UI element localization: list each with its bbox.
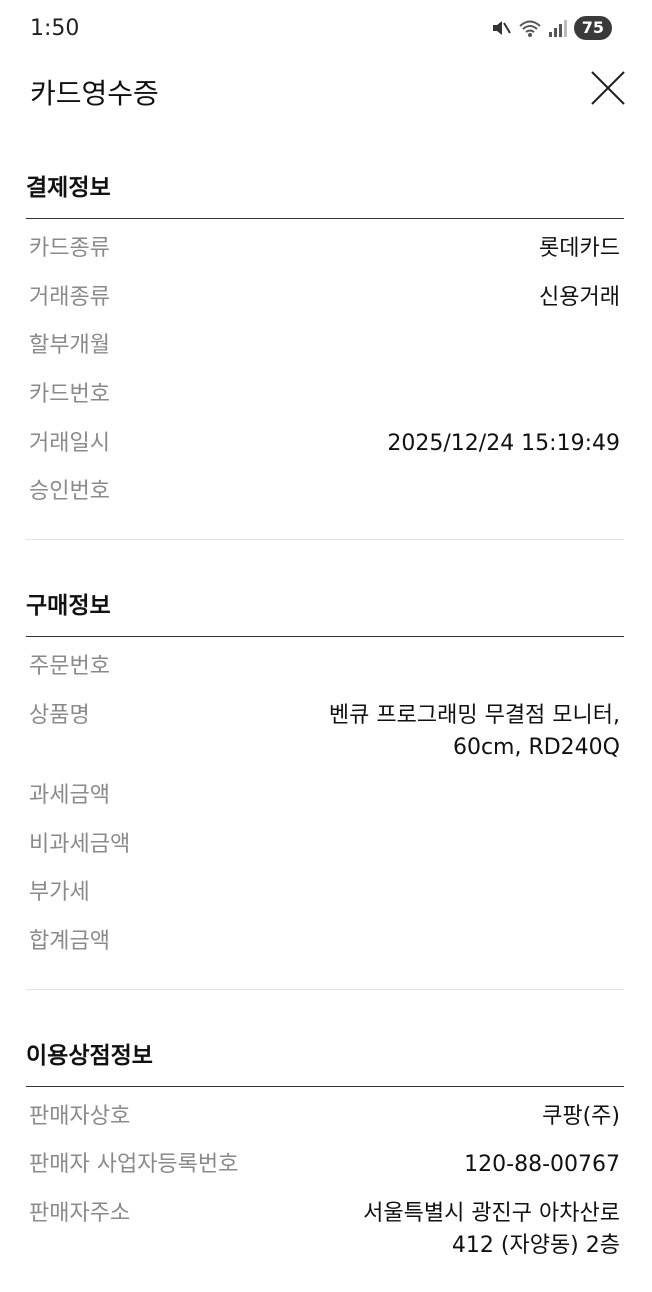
payment-info-rows: 카드종류 롯데카드 거래종류 신용거래 할부개월 카드번호 거래일시 2025/… [26, 219, 624, 541]
status-icons: 75 [490, 16, 612, 40]
row-value: 서울특별시 광진구 아차산로 412 (자양동) 2층 [363, 1200, 620, 1258]
info-row: 과세금액 [26, 780, 624, 829]
row-value: 2025/12/24 15:19:49 [387, 430, 620, 456]
row-label: 주문번호 [29, 654, 110, 680]
section-title: 이용상점정보 [26, 990, 624, 1087]
row-label: 판매자주소 [29, 1200, 131, 1226]
row-value: 롯데카드 [539, 236, 620, 261]
row-label: 비과세금액 [29, 831, 131, 857]
row-label: 거래일시 [29, 430, 110, 456]
info-row: 주문번호 [26, 651, 624, 700]
row-label: 할부개월 [29, 333, 110, 359]
section-title: 결제정보 [26, 122, 624, 219]
info-row: 할부개월 [26, 330, 624, 379]
row-label: 카드번호 [29, 382, 110, 408]
row-label: 과세금액 [29, 782, 110, 808]
info-row: 카드번호 [26, 379, 624, 428]
purchase-info-rows: 주문번호 상품명 벤큐 프로그래밍 무결점 모니터, 60cm, RD240Q … [26, 637, 624, 990]
merchant-info-rows: 판매자상호 쿠팡(주) 판매자 사업자등록번호 120-88-00767 판매자… [26, 1087, 624, 1292]
info-row: 상품명 벤큐 프로그래밍 무결점 모니터, 60cm, RD240Q [26, 700, 624, 780]
header: 카드영수증 [0, 58, 652, 122]
info-row: 비과세금액 [26, 829, 624, 878]
info-row: 거래종류 신용거래 [26, 282, 624, 331]
row-label: 합계금액 [29, 928, 110, 954]
close-icon[interactable] [590, 70, 626, 106]
purchase-info-section: 구매정보 주문번호 상품명 벤큐 프로그래밍 무결점 모니터, 60cm, RD… [26, 540, 624, 990]
row-label: 카드종류 [29, 236, 110, 261]
merchant-info-section: 이용상점정보 판매자상호 쿠팡(주) 판매자 사업자등록번호 120-88-00… [26, 990, 624, 1292]
row-label: 상품명 [29, 702, 90, 728]
info-row: 거래일시 2025/12/24 15:19:49 [26, 428, 624, 477]
row-label: 판매자 사업자등록번호 [29, 1152, 239, 1178]
mute-icon [492, 21, 511, 35]
row-label: 승인번호 [29, 479, 110, 505]
page-title: 카드영수증 [30, 77, 159, 110]
payment-info-section: 결제정보 카드종류 롯데카드 거래종류 신용거래 할부개월 카드번호 거래일시 … [26, 122, 624, 541]
row-value: 120-88-00767 [464, 1152, 620, 1178]
battery-indicator: 75 [573, 16, 612, 40]
row-value: 쿠팡(주) [542, 1103, 620, 1129]
info-row: 판매자주소 서울특별시 광진구 아차산로 412 (자양동) 2층 [26, 1198, 624, 1278]
wifi-icon [519, 20, 541, 37]
info-row: 승인번호 [26, 476, 624, 525]
row-label: 거래종류 [29, 284, 110, 310]
info-row: 판매자 사업자등록번호 120-88-00767 [26, 1149, 624, 1198]
row-label: 부가세 [29, 880, 90, 906]
row-value: 벤큐 프로그래밍 무결점 모니터, 60cm, RD240Q [328, 702, 620, 760]
signal-icon [548, 20, 567, 37]
info-row: 부가세 [26, 877, 624, 926]
info-row: 판매자상호 쿠팡(주) [26, 1101, 624, 1150]
row-value: 신용거래 [539, 284, 620, 310]
receipt-content: 결제정보 카드종류 롯데카드 거래종류 신용거래 할부개월 카드번호 거래일시 … [26, 122, 624, 1292]
info-row: 합계금액 [26, 926, 624, 975]
info-row: 카드종류 롯데카드 [26, 233, 624, 282]
row-label: 판매자상호 [29, 1103, 131, 1129]
status-time: 1:50 [30, 16, 80, 41]
section-title: 구매정보 [26, 540, 624, 638]
status-bar: 1:50 75 [0, 0, 652, 58]
